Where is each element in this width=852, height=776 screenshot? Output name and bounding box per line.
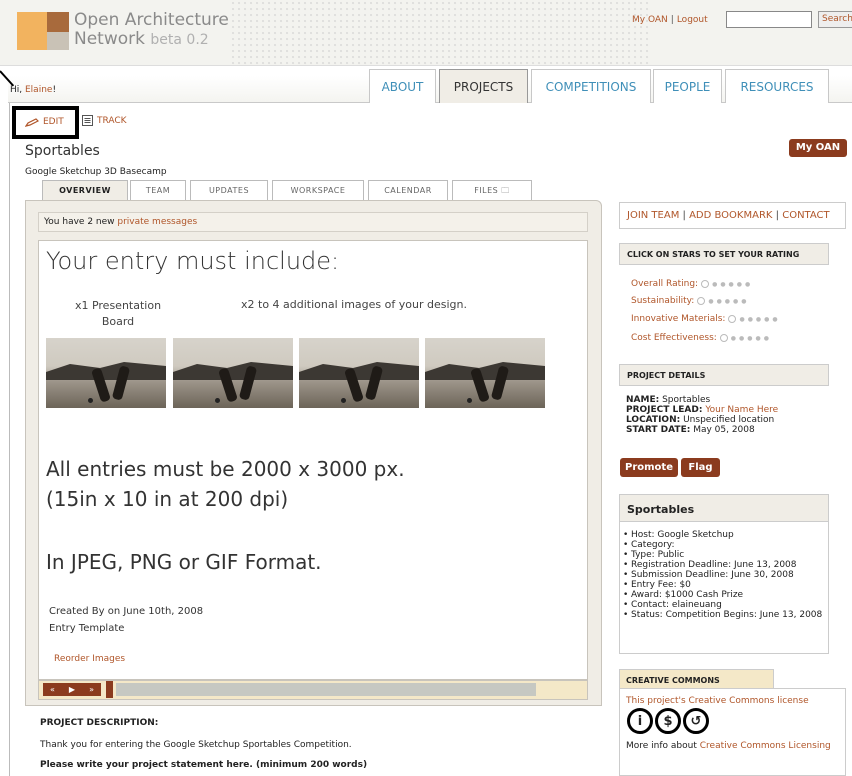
list-item: Host: Google Sketchup	[623, 530, 829, 540]
list-item: Type: Public	[623, 550, 829, 560]
tab-files[interactable]: FILES 🗀	[452, 180, 532, 200]
folder-icon: 🗀	[501, 186, 510, 195]
tab-resources[interactable]: RESOURCES	[725, 69, 829, 103]
slide-caption-left: x1 Presentation Board	[74, 299, 162, 328]
rating-innovative-materials[interactable]: Innovative Materials: ●●●●●	[631, 314, 781, 324]
list-item: Contact: elaineuang	[623, 600, 829, 610]
project-details: NAME: Sportables PROJECT LEAD: Your Name…	[626, 395, 779, 435]
annotation-highlight-box	[12, 106, 79, 139]
attribution-icon: i	[627, 708, 653, 734]
cc-licensing-link[interactable]: Creative Commons Licensing	[700, 741, 831, 751]
list-item: Status: Competition Begins: June 13, 200…	[623, 610, 829, 620]
star-icon[interactable]: ●●●●●	[739, 316, 780, 323]
slide-format-text: In JPEG, PNG or GIF Format.	[46, 550, 322, 574]
promote-button[interactable]: Promote	[620, 458, 678, 477]
play-icon[interactable]: ▶	[69, 685, 75, 694]
competition-info-list: Host: Google Sketchup Category: Type: Pu…	[623, 530, 829, 620]
tab-people[interactable]: PEOPLE	[653, 69, 722, 103]
logo-mark[interactable]	[17, 12, 47, 50]
tab-updates[interactable]: UPDATES	[190, 180, 268, 200]
flag-button[interactable]: Flag	[681, 458, 720, 477]
scrubber-track[interactable]	[116, 683, 536, 696]
description-prompt: Please write your project statement here…	[40, 760, 368, 770]
logout-link[interactable]: Logout	[677, 15, 708, 25]
my-oan-link[interactable]: My OAN	[632, 15, 668, 25]
cc-license-icons[interactable]: i $ ↺	[627, 708, 709, 734]
project-lead-link[interactable]: Your Name Here	[705, 405, 778, 415]
description-heading: PROJECT DESCRIPTION:	[40, 718, 159, 728]
reorder-images-link[interactable]: Reorder Images	[54, 654, 125, 664]
tab-team[interactable]: TEAM	[130, 180, 186, 200]
project-subtitle: Google Sketchup 3D Basecamp	[25, 167, 167, 177]
tab-calendar[interactable]: CALENDAR	[368, 180, 448, 200]
creative-commons-tab: CREATIVE COMMONS	[619, 669, 774, 689]
list-item: Category:	[623, 540, 829, 550]
slide-caption-right: x2 to 4 additional images of your design…	[241, 298, 467, 311]
tab-projects[interactable]: PROJECTS	[439, 69, 528, 103]
messages-bar: You have 2 new private messages	[38, 212, 588, 232]
cc-license-link[interactable]: This project's Creative Commons license	[626, 696, 809, 706]
rating-heading: CLICK ON STARS TO SET YOUR RATING	[619, 243, 829, 265]
clear-rating-icon[interactable]	[701, 280, 710, 288]
description-text: Thank you for entering the Google Sketch…	[40, 740, 352, 750]
clear-rating-icon[interactable]	[697, 297, 706, 305]
list-icon	[82, 115, 93, 126]
slide-meta: Created By on June 10th, 2008 Entry Temp…	[49, 606, 204, 634]
slide-heading: Your entry must include:	[46, 247, 340, 275]
prev-icon[interactable]: «	[50, 685, 55, 694]
list-item: Registration Deadline: June 13, 2008	[623, 560, 829, 570]
list-item: Submission Deadline: June 30, 2008	[623, 570, 829, 580]
scrubber-handle[interactable]	[106, 681, 113, 698]
project-actions: JOIN TEAM | ADD BOOKMARK | CONTACT	[619, 202, 846, 229]
photo-thumbnail[interactable]	[46, 338, 166, 408]
rating-sustainability[interactable]: Sustainability: ●●●●●	[631, 296, 750, 306]
logo-mark-square	[47, 12, 69, 32]
tab-overview[interactable]: OVERVIEW	[42, 180, 128, 200]
competition-title: Sportables	[619, 494, 829, 522]
rating-overall[interactable]: Overall Rating: ●●●●●	[631, 279, 753, 289]
search-input[interactable]	[726, 11, 812, 28]
clear-rating-icon[interactable]	[719, 334, 728, 342]
join-team-link[interactable]: JOIN TEAM	[627, 210, 679, 221]
contact-link[interactable]: CONTACT	[782, 210, 829, 221]
next-icon[interactable]: »	[89, 685, 94, 694]
player-controls: « ▶ »	[43, 683, 101, 696]
private-messages-link[interactable]: private messages	[117, 217, 197, 227]
clear-rating-icon[interactable]	[728, 315, 737, 323]
list-item: Award: $1000 Cash Prize	[623, 590, 829, 600]
user-link[interactable]: Elaine	[25, 85, 52, 95]
track-button[interactable]: TRACK	[82, 115, 127, 126]
tab-workspace[interactable]: WORKSPACE	[272, 180, 364, 200]
my-oan-button[interactable]: My OAN	[789, 139, 847, 157]
star-icon[interactable]: ●●●●●	[712, 281, 753, 288]
left-divider	[9, 103, 10, 776]
photo-thumbnail[interactable]	[173, 338, 293, 408]
top-links: My OAN | Logout	[632, 15, 708, 25]
photo-thumbnail[interactable]	[425, 338, 545, 408]
site-logo[interactable]: Open Architecture Network beta 0.2	[74, 11, 229, 50]
greeting: Hi, Elaine!	[10, 85, 57, 95]
cc-more-info: More info about Creative Commons Licensi…	[626, 741, 831, 751]
add-bookmark-link[interactable]: ADD BOOKMARK	[689, 210, 772, 221]
search-button[interactable]: Search	[818, 11, 852, 28]
tab-about[interactable]: ABOUT	[369, 69, 436, 103]
tab-competitions[interactable]: COMPETITIONS	[531, 69, 651, 103]
star-icon[interactable]: ●●●●●	[731, 335, 772, 342]
rating-cost-effectiveness[interactable]: Cost Effectiveness: ●●●●●	[631, 333, 772, 343]
logo-mark-square	[47, 32, 69, 50]
slide-size-text: All entries must be 2000 x 3000 px. (15i…	[46, 457, 405, 511]
sharealike-icon: ↺	[683, 708, 709, 734]
noncommercial-icon: $	[655, 708, 681, 734]
project-title: Sportables	[25, 143, 100, 159]
star-icon[interactable]: ●●●●●	[708, 298, 749, 305]
photo-thumbnail[interactable]	[299, 338, 419, 408]
list-item: Entry Fee: $0	[623, 580, 829, 590]
details-heading: PROJECT DETAILS	[619, 364, 829, 386]
